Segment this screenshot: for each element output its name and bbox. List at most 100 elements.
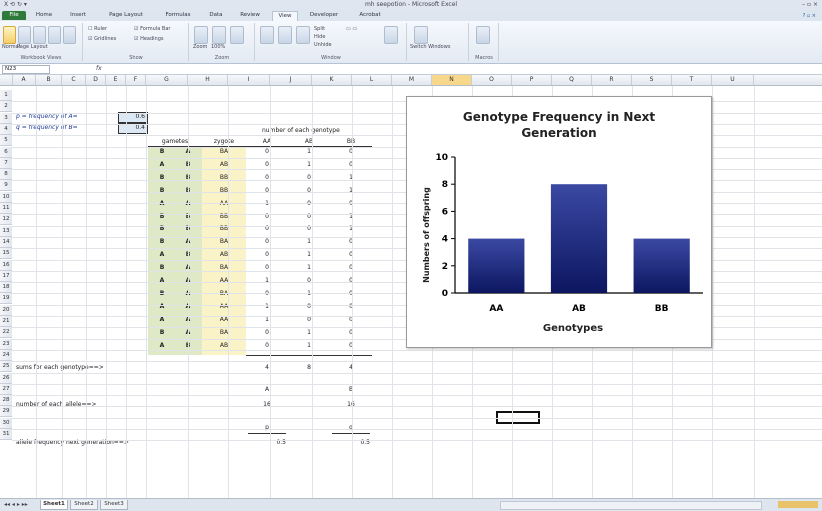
row-header-31[interactable]: 31	[0, 429, 12, 440]
zygote-cell[interactable]: AA	[202, 276, 246, 286]
tab-data[interactable]: Data	[204, 11, 228, 20]
count-aa-cell[interactable]: 1	[248, 302, 286, 312]
count-aa-cell[interactable]: 0	[248, 237, 286, 247]
fx-icon[interactable]: fx	[96, 65, 102, 72]
row-header-24[interactable]: 24	[0, 349, 12, 361]
normal-view-button[interactable]	[3, 26, 16, 44]
row-header-12[interactable]: 12	[0, 214, 12, 226]
row-header-10[interactable]: 10	[0, 191, 12, 203]
zygote-cell[interactable]: BA	[202, 147, 246, 157]
tab-file[interactable]: File	[2, 11, 26, 20]
count-aa-cell[interactable]: 0	[248, 186, 286, 196]
split-button[interactable]: Split	[314, 26, 325, 32]
custom-views-button[interactable]	[48, 26, 61, 44]
formula-bar-checkbox[interactable]: ☑ Formula Bar	[134, 26, 170, 32]
count-bb-cell[interactable]: 0	[332, 276, 370, 286]
horizontal-scrollbar[interactable]	[500, 501, 762, 510]
switch-windows-icon[interactable]	[414, 26, 428, 44]
row-header-8[interactable]: 8	[0, 169, 12, 181]
row-header-26[interactable]: 26	[0, 372, 12, 384]
tab-page-layout[interactable]: Page Layout	[100, 11, 152, 20]
row-header-30[interactable]: 30	[0, 417, 12, 429]
sheet-nav-arrows[interactable]: ◂◂ ◂ ▸ ▸▸	[4, 501, 28, 508]
new-window-icon[interactable]	[260, 26, 274, 44]
view-side-by-side[interactable]: ▭ ▭	[346, 26, 357, 32]
zygote-cell[interactable]: BA	[202, 328, 246, 338]
zygote-cell[interactable]: BB	[202, 186, 246, 196]
column-header-u[interactable]: U	[712, 75, 754, 85]
row-header-21[interactable]: 21	[0, 316, 12, 327]
count-ab-cell[interactable]: 1	[290, 237, 328, 247]
zygote-cell[interactable]: AA	[202, 302, 246, 312]
window-controls[interactable]: – ▫ ×	[802, 1, 818, 8]
row-header-14[interactable]: 14	[0, 236, 12, 248]
row-header-15[interactable]: 15	[0, 248, 12, 260]
zoom-to-selection-icon[interactable]	[230, 26, 244, 44]
sum-ab[interactable]: 8	[290, 363, 328, 373]
tab-review[interactable]: Review	[234, 11, 266, 20]
count-ab-cell[interactable]: 0	[290, 302, 328, 312]
row-header-19[interactable]: 19	[0, 293, 12, 305]
row-header-29[interactable]: 29	[0, 406, 12, 418]
full-screen-button[interactable]	[63, 26, 76, 44]
chart-bar-aa[interactable]	[468, 238, 525, 293]
column-header-n[interactable]: N	[432, 75, 472, 85]
column-header-l[interactable]: L	[352, 75, 392, 85]
row-header-20[interactable]: 20	[0, 304, 12, 316]
gamete-1-cell[interactable]: A	[150, 276, 174, 286]
ruler-checkbox[interactable]: ☐ Ruler	[88, 26, 107, 32]
column-header-p[interactable]: P	[512, 75, 552, 85]
freeze-panes-icon[interactable]	[296, 26, 310, 44]
count-bb-cell[interactable]: 0	[332, 147, 370, 157]
macros-icon[interactable]	[476, 26, 490, 44]
sheet-tab-2[interactable]: Sheet2	[70, 500, 98, 510]
row-header-3[interactable]: 3	[0, 112, 12, 124]
column-header-o[interactable]: O	[472, 75, 512, 85]
row-header-5[interactable]: 5	[0, 135, 12, 147]
column-header-r[interactable]: R	[592, 75, 632, 85]
sheet-tab-3[interactable]: Sheet3	[100, 500, 128, 510]
column-header-m[interactable]: M	[392, 75, 432, 85]
column-header-t[interactable]: T	[672, 75, 712, 85]
zygote-cell[interactable]: BA	[202, 237, 246, 247]
count-bb-cell[interactable]: 1	[332, 212, 370, 222]
row-header-2[interactable]: 2	[0, 101, 12, 113]
count-ab-cell[interactable]: 0	[290, 212, 328, 222]
count-ab-cell[interactable]: 1	[290, 328, 328, 338]
genotype-chart[interactable]: Genotype Frequency in Next Generation Nu…	[406, 96, 712, 348]
count-ab-cell[interactable]: 0	[290, 186, 328, 196]
tab-developer[interactable]: Developer	[302, 11, 346, 20]
chart-bar-bb[interactable]	[633, 238, 690, 293]
row-header-9[interactable]: 9	[0, 180, 12, 192]
row-header-16[interactable]: 16	[0, 259, 12, 271]
column-header-d[interactable]: D	[86, 75, 106, 85]
tab-view[interactable]: View	[272, 11, 298, 21]
row-header-22[interactable]: 22	[0, 327, 12, 339]
count-ab-cell[interactable]: 0	[290, 276, 328, 286]
arrange-all-icon[interactable]	[278, 26, 292, 44]
column-header-s[interactable]: S	[632, 75, 672, 85]
gamete-1-cell[interactable]: B	[150, 328, 174, 338]
count-ab-cell[interactable]: 1	[290, 147, 328, 157]
row-header-18[interactable]: 18	[0, 282, 12, 294]
sheet-tab-1[interactable]: Sheet1	[40, 500, 68, 510]
zoom-100-icon[interactable]	[212, 26, 226, 44]
row-header-4[interactable]: 4	[0, 123, 12, 135]
row-header-6[interactable]: 6	[0, 146, 12, 158]
column-header-k[interactable]: K	[312, 75, 352, 85]
tab-insert[interactable]: Insert	[62, 11, 94, 20]
page-layout-view-button[interactable]	[18, 26, 31, 44]
column-header-a[interactable]: A	[12, 75, 36, 85]
row-header-23[interactable]: 23	[0, 338, 12, 350]
column-header-q[interactable]: Q	[552, 75, 592, 85]
sum-bb[interactable]: 4	[332, 363, 370, 373]
column-header-g[interactable]: G	[146, 75, 188, 85]
zygote-cell[interactable]: BB	[202, 212, 246, 222]
headings-checkbox[interactable]: ☑ Headings	[134, 36, 164, 42]
column-header-f[interactable]: F	[126, 75, 146, 85]
tab-acrobat[interactable]: Acrobat	[352, 11, 388, 20]
zoom-icon[interactable]	[194, 26, 208, 44]
gamete-1-cell[interactable]: B	[150, 186, 174, 196]
chart-bar-ab[interactable]	[550, 184, 608, 293]
column-header-c[interactable]: C	[62, 75, 86, 85]
